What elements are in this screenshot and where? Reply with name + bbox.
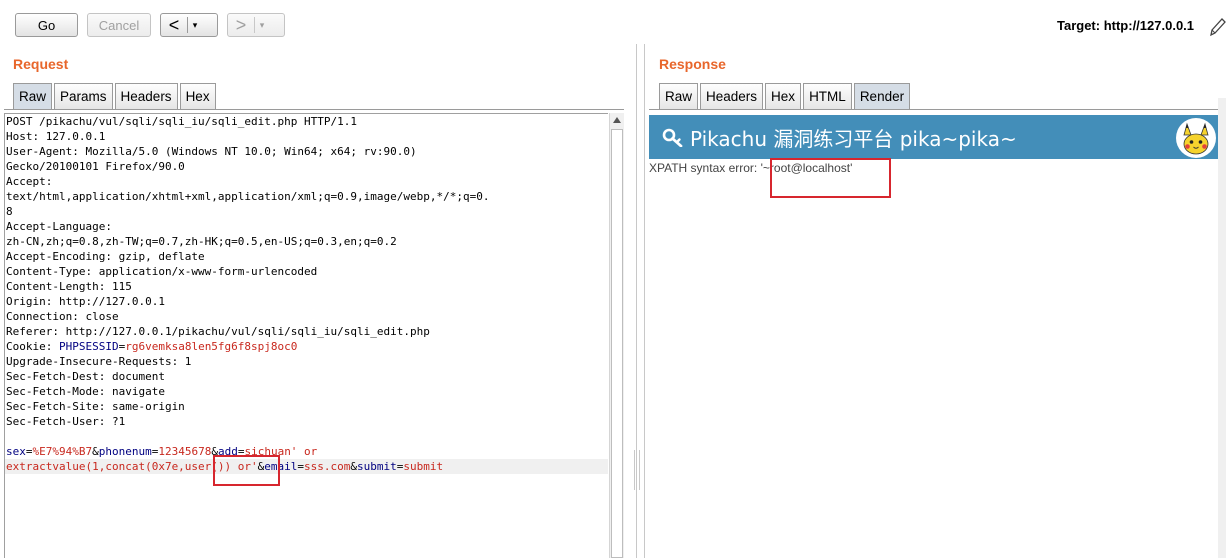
tab-headers[interactable]: Headers [114, 83, 178, 109]
param-name: sex [6, 445, 26, 458]
pikachu-icon [1183, 122, 1209, 155]
pikachu-header-bar: Pikachu 漏洞练习平台 pika~pika~ [649, 115, 1224, 159]
request-tab-underline [4, 109, 624, 110]
cookie-label: Cookie: [6, 340, 59, 353]
chevron-left-icon: < [168, 15, 180, 35]
back-button[interactable]: < ▾ [160, 13, 218, 37]
response-pane-divider [644, 44, 645, 558]
cookie-name: PHPSESSID [58, 340, 119, 353]
tab-label: Params [60, 89, 107, 104]
param-value: 12345678 [158, 445, 212, 458]
tab-raw[interactable]: Raw [13, 83, 53, 109]
request-line: Gecko/20100101 Firefox/90.0 [6, 160, 185, 173]
request-line: Sec-Fetch-Site: same-origin [6, 400, 185, 413]
request-line: text/html,application/xhtml+xml,applicat… [6, 190, 490, 203]
param-name: phonenum [98, 445, 152, 458]
request-line: User-Agent: Mozilla/5.0 (Windows NT 10.0… [6, 145, 417, 158]
site-title: Pikachu 漏洞练习平台 pika~pika~ [690, 126, 1017, 151]
cookie-value: rg6vemksa8len5fg6f8spj8oc0 [125, 340, 298, 353]
tab-label: Raw [19, 89, 47, 104]
request-line: Accept-Encoding: gzip, deflate [6, 250, 205, 263]
request-tabs: Raw Params Headers Hex [13, 83, 218, 109]
annotation-box-result [770, 158, 891, 198]
tab-html[interactable]: HTML [803, 83, 852, 109]
tab-label: HTML [809, 89, 846, 104]
response-title: Response [659, 56, 726, 72]
pikachu-avatar [1176, 118, 1216, 158]
cookie-line: Cookie: PHPSESSID=rg6vemksa8len5fg6f8spj… [5, 339, 608, 354]
chevron-right-icon: > [235, 15, 247, 35]
pencil-icon[interactable] [1208, 16, 1226, 38]
tab-hex[interactable]: Hex [179, 83, 216, 109]
chevron-down-icon[interactable]: ▾ [188, 20, 202, 31]
response-tabs: Raw Headers Hex HTML Render [659, 83, 912, 109]
tab-hex[interactable]: Hex [765, 83, 802, 109]
tab-raw[interactable]: Raw [659, 83, 699, 109]
request-line: zh-CN,zh;q=0.8,zh-TW;q=0.7,zh-HK;q=0.5,e… [6, 235, 397, 248]
tab-label: Headers [706, 89, 758, 104]
cancel-button-label: Cancel [98, 17, 140, 33]
request-line: Accept: [6, 175, 53, 188]
response-tab-underline [649, 109, 1218, 110]
tab-label: Hex [771, 89, 796, 104]
param-value: sss.com [304, 460, 351, 473]
request-line: Content-Length: 115 [6, 280, 132, 293]
forward-button[interactable]: > ▾ [227, 13, 285, 37]
request-line: Content-Type: application/x-www-form-url… [6, 265, 318, 278]
annotation-box-user [213, 455, 280, 486]
request-line: Connection: close [6, 310, 119, 323]
request-editor[interactable]: POST /pikachu/vul/sqli/sqli_iu/sqli_edit… [4, 113, 608, 558]
body-line-2: extractvalue(1,concat(0x7e,user()) or'&e… [5, 459, 608, 474]
tab-render[interactable]: Render [853, 83, 911, 109]
xpath-error-prefix: XPATH syntax error: [649, 161, 761, 175]
render-view: Pikachu 漏洞练习平台 pika~pika~ XPATH syntax e… [649, 113, 1226, 558]
scroll-up-icon[interactable] [613, 117, 621, 123]
tab-headers[interactable]: Headers [700, 83, 764, 109]
go-button[interactable]: Go [15, 13, 78, 37]
request-line: Sec-Fetch-Dest: document [6, 370, 165, 383]
request-line: Accept-Language: [6, 220, 112, 233]
tab-params[interactable]: Params [54, 83, 113, 109]
tab-label: Hex [185, 89, 210, 104]
target-label: Target: http://127.0.0.1 [1057, 18, 1195, 33]
request-line: Host: 127.0.0.1 [6, 130, 106, 143]
request-line: POST /pikachu/vul/sqli/sqli_iu/sqli_edit… [6, 115, 357, 128]
request-line: 8 [6, 205, 13, 218]
go-button-label: Go [37, 17, 56, 33]
request-line: Sec-Fetch-User: ?1 [6, 415, 126, 428]
param-value: %E7%94%B7 [32, 445, 93, 458]
param-value: submit [403, 460, 444, 473]
response-scrollbar[interactable] [1218, 98, 1226, 558]
param-name: submit [357, 460, 397, 473]
cancel-button[interactable]: Cancel [87, 13, 151, 37]
request-title: Request [13, 56, 69, 72]
scroll-thumb[interactable] [611, 129, 623, 558]
key-icon [662, 128, 683, 147]
request-line: Sec-Fetch-Mode: navigate [6, 385, 165, 398]
tab-label: Render [859, 89, 905, 104]
body-line-1: sex=%E7%94%B7&phonenum=12345678&add=sich… [6, 445, 318, 458]
chevron-down-icon[interactable]: ▾ [255, 20, 269, 31]
request-line: Origin: http://127.0.0.1 [6, 295, 165, 308]
tab-label: Headers [120, 89, 172, 104]
tab-label: Raw [665, 89, 693, 104]
request-line: Referer: http://127.0.0.1/pikachu/vul/sq… [6, 325, 430, 338]
request-line: Upgrade-Insecure-Requests: 1 [6, 355, 192, 368]
request-scrollbar[interactable] [609, 113, 624, 558]
pane-resize-grip[interactable] [634, 450, 640, 490]
